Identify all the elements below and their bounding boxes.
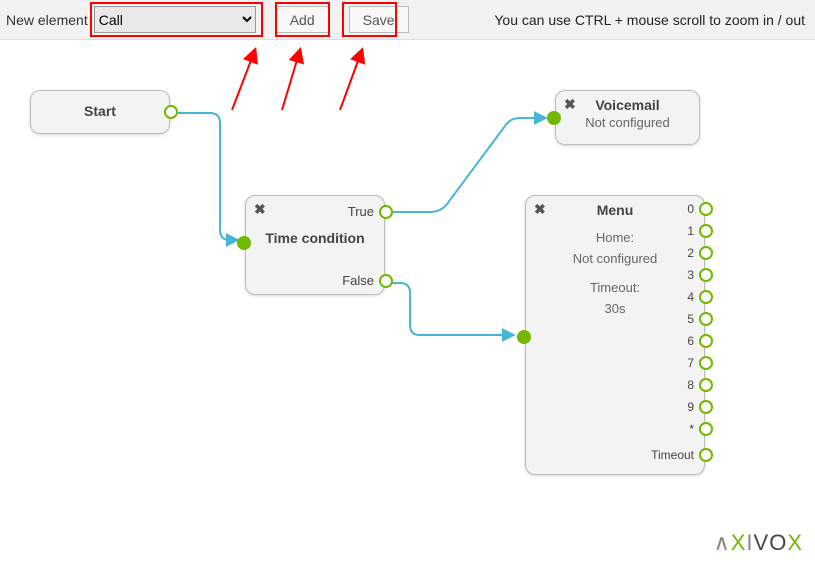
- brand-logo: ∧XIVOX: [714, 530, 803, 556]
- true-port[interactable]: [379, 205, 393, 219]
- menu-port-label-8: 8: [687, 378, 694, 392]
- voicemail-status: Not configured: [556, 115, 699, 136]
- false-label: False: [342, 273, 374, 288]
- menu-port-label-3: 3: [687, 268, 694, 282]
- menu-port-0[interactable]: [699, 202, 713, 216]
- menu-port-label-0: 0: [687, 202, 694, 216]
- menu-port-2[interactable]: [699, 246, 713, 260]
- close-icon[interactable]: ✖: [534, 202, 546, 216]
- node-voicemail[interactable]: ✖ Voicemail Not configured: [555, 90, 700, 145]
- menu-port-label-5: 5: [687, 312, 694, 326]
- menu-timeout-label: Timeout:: [526, 272, 704, 301]
- canvas[interactable]: Start ✖ Time condition True False ✖ Voic…: [0, 40, 815, 562]
- toolbar-label: New element: [6, 12, 88, 28]
- false-port[interactable]: [379, 274, 393, 288]
- node-start[interactable]: Start: [30, 90, 170, 134]
- menu-port-5[interactable]: [699, 312, 713, 326]
- menu-port-7[interactable]: [699, 356, 713, 370]
- zoom-hint: You can use CTRL + mouse scroll to zoom …: [494, 12, 809, 28]
- menu-port-1[interactable]: [699, 224, 713, 238]
- voicemail-title: Voicemail: [556, 91, 699, 115]
- menu-port-label-6: 6: [687, 334, 694, 348]
- menu-port-6[interactable]: [699, 334, 713, 348]
- time-condition-in-port[interactable]: [237, 236, 251, 250]
- close-icon[interactable]: ✖: [564, 97, 576, 111]
- menu-port-3[interactable]: [699, 268, 713, 282]
- menu-port-timeout[interactable]: [699, 448, 713, 462]
- menu-home-value: Not configured: [526, 251, 704, 272]
- node-menu[interactable]: ✖ Menu Home: Not configured Timeout: 30s…: [525, 195, 705, 475]
- menu-port-label-timeout: Timeout: [651, 448, 694, 462]
- close-icon[interactable]: ✖: [254, 202, 266, 216]
- new-element-select[interactable]: Call: [94, 6, 256, 33]
- node-time-condition[interactable]: ✖ Time condition True False: [245, 195, 385, 295]
- menu-port-label-2: 2: [687, 246, 694, 260]
- menu-port-4[interactable]: [699, 290, 713, 304]
- menu-port-8[interactable]: [699, 378, 713, 392]
- true-label: True: [348, 204, 374, 219]
- menu-home-label: Home:: [526, 220, 704, 251]
- menu-port-9[interactable]: [699, 400, 713, 414]
- menu-in-port[interactable]: [517, 330, 531, 344]
- add-button[interactable]: Add: [276, 6, 329, 33]
- menu-port-label-4: 4: [687, 290, 694, 304]
- save-button[interactable]: Save: [349, 6, 409, 33]
- menu-port-label-7: 7: [687, 356, 694, 370]
- menu-title: Menu: [526, 196, 704, 220]
- menu-timeout-value: 30s: [526, 301, 704, 322]
- toolbar: New element Call Add Save You can use CT…: [0, 0, 815, 40]
- start-out-port[interactable]: [164, 105, 178, 119]
- start-title: Start: [31, 91, 169, 121]
- menu-port-label-star: *: [689, 422, 694, 436]
- menu-port-star[interactable]: [699, 422, 713, 436]
- voicemail-in-port[interactable]: [547, 111, 561, 125]
- menu-port-label-9: 9: [687, 400, 694, 414]
- menu-port-label-1: 1: [687, 224, 694, 238]
